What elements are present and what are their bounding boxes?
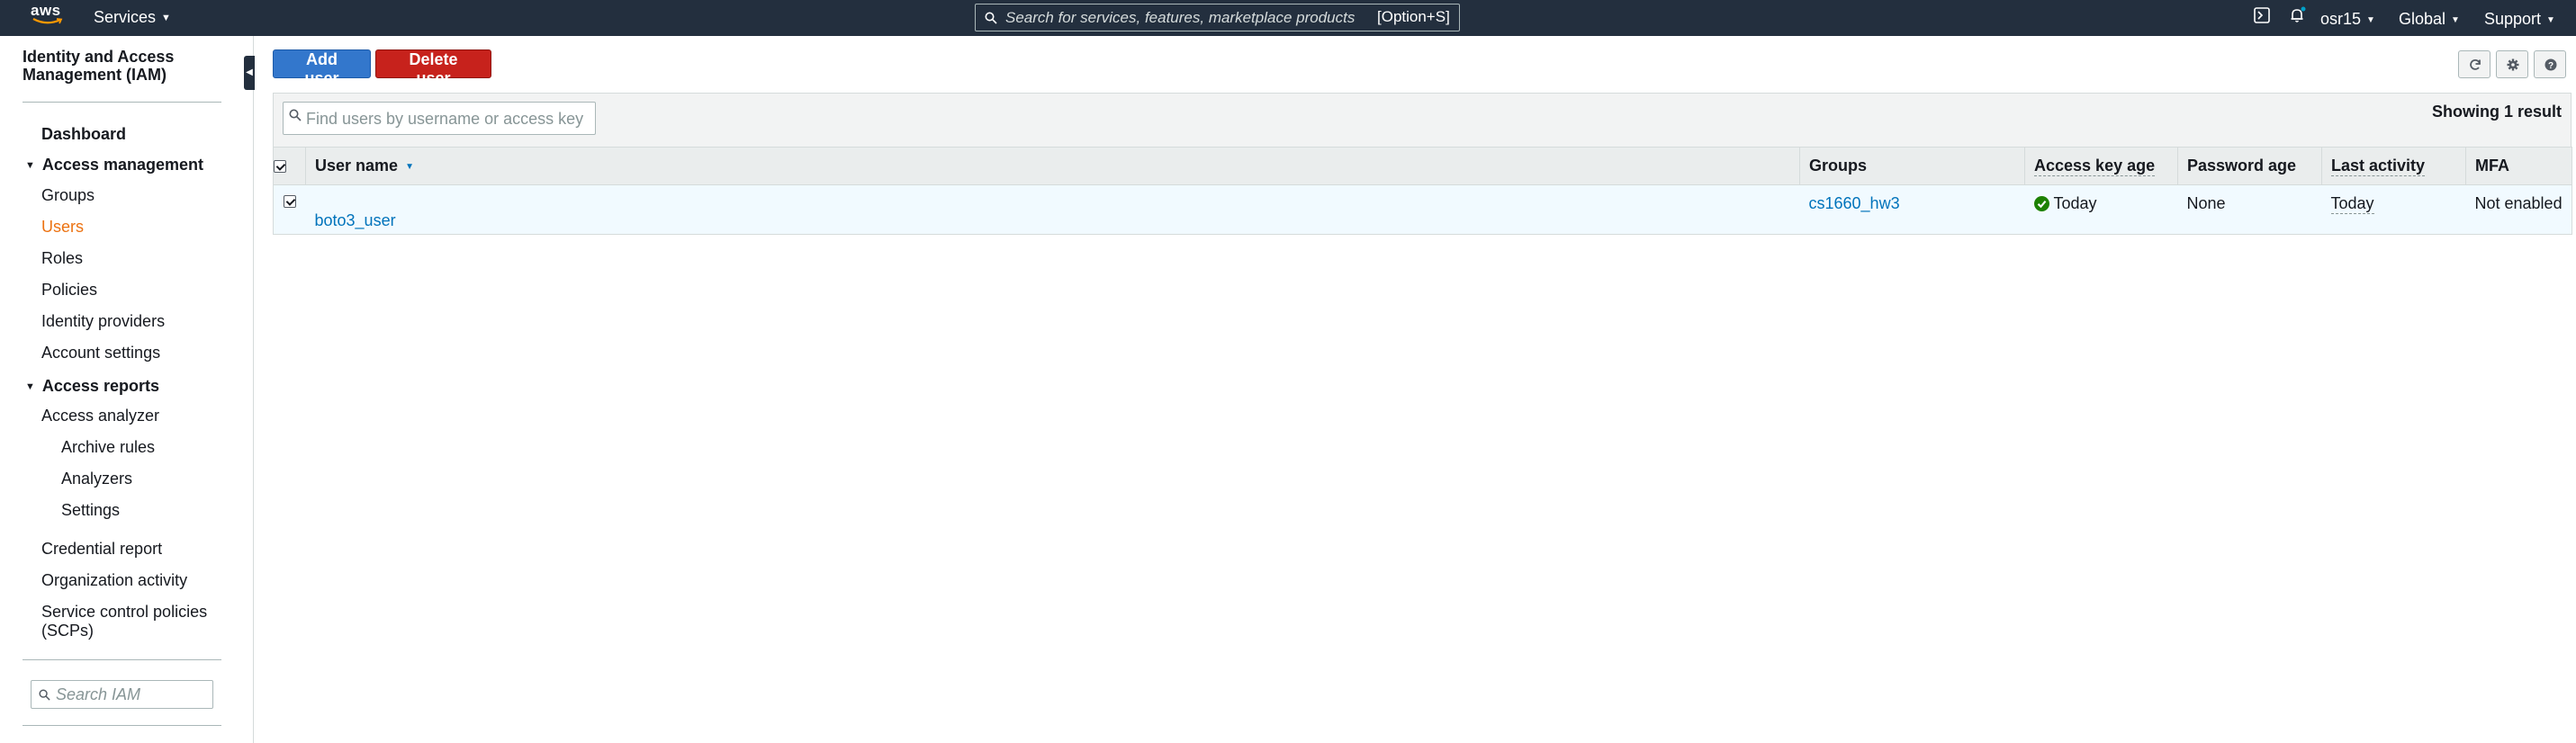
aws-logo[interactable]: aws [31,3,67,30]
sidebar-search[interactable] [31,680,213,709]
user-filter-input[interactable] [306,109,585,129]
support-menu[interactable]: Support ▼ [2484,10,2555,29]
search-icon [985,12,997,24]
caret-down-icon: ▼ [161,13,171,23]
cell-password-age: None [2177,184,2322,235]
cell-mfa: Not enabled [2465,184,2572,235]
region-label: Global [2399,10,2446,28]
sidebar-item-roles[interactable]: Roles [41,249,83,268]
cell-access-key-age: Today [2024,184,2178,235]
sidebar-divider [23,659,221,660]
sidebar-item-groups[interactable]: Groups [41,186,95,205]
sidebar-item-credential-report[interactable]: Credential report [41,540,162,559]
search-icon [289,109,302,121]
sidebar-divider [23,725,221,726]
row-select-cell [273,184,306,235]
last-activity-value[interactable]: Today [2330,194,2374,214]
global-search[interactable]: [Option+S] [975,4,1460,31]
chevron-left-icon: ◀ [246,67,253,77]
aws-smile-icon [32,18,63,24]
refresh-button[interactable] [2458,50,2490,78]
sidebar-search-input[interactable] [56,685,209,704]
cell-last-activity: Today [2321,184,2466,235]
support-label: Support [2484,10,2542,28]
services-menu[interactable]: Services ▼ [94,8,171,27]
table-filter-bar: Showing 1 result [273,93,2571,147]
sidebar-item-scps[interactable]: Service control policies (SCPs) [41,603,230,640]
user-name-link[interactable]: boto3_user [315,211,396,230]
column-label: Groups [1809,157,1868,175]
sidebar-item-organization-activity[interactable]: Organization activity [41,571,187,590]
group-link[interactable]: cs1660_hw3 [1809,194,1900,212]
column-label: Password age [2187,157,2297,175]
user-filter[interactable] [283,102,596,135]
select-all-cell [273,147,306,185]
row-checkbox[interactable] [283,195,296,208]
caret-down-icon: ▼ [25,381,35,392]
sidebar-item-identity-providers[interactable]: Identity providers [41,312,165,331]
caret-down-icon: ▼ [2451,15,2460,25]
sidebar-item-dashboard[interactable]: Dashboard [41,125,126,144]
sidebar-divider [23,102,221,103]
refresh-icon [2470,59,2481,70]
sidebar-item-users[interactable]: Users [41,218,84,237]
cell-user-name: boto3_user [305,184,1800,235]
column-label: MFA [2475,157,2509,175]
add-user-button[interactable]: Add user [273,49,371,87]
mfa-value: Not enabled [2474,194,2562,212]
column-label: Access key age [2034,157,2156,176]
access-key-age-value: Today [2053,194,2097,212]
account-menu[interactable]: osr15 ▼ [2320,10,2375,29]
sidebar-item-settings[interactable]: Settings [61,501,120,520]
sidebar-section-access-reports[interactable]: ▼ Access reports [25,377,159,397]
account-label: osr15 [2320,10,2362,28]
help-icon: ? [2544,58,2557,71]
column-header-mfa[interactable]: MFA [2465,147,2572,185]
table-row[interactable]: boto3_user cs1660_hw3 Today None Today N… [273,184,2572,235]
table-header-row: User name ▼ Groups Access key age Passwor… [273,147,2572,185]
sidebar-item-archive-rules[interactable]: Archive rules [61,438,155,457]
password-age-value: None [2186,194,2226,212]
sidebar-section-label: Access management [41,156,203,174]
sort-descending-icon: ▼ [405,162,414,172]
sidebar-item-account-settings[interactable]: Account settings [41,344,160,363]
users-table: User name ▼ Groups Access key age Passwor… [273,147,2572,235]
column-header-user-name[interactable]: User name ▼ [305,147,1800,185]
sidebar: Identity and Access Management (IAM) Das… [0,36,254,743]
column-header-access-key-age[interactable]: Access key age [2024,147,2178,185]
result-count: Showing 1 result [2431,103,2562,121]
help-button[interactable]: ? [2534,50,2566,78]
cloudshell-icon[interactable] [2254,7,2270,23]
delete-user-button[interactable]: Delete user [375,49,491,87]
caret-down-icon: ▼ [25,160,35,171]
select-all-checkbox[interactable] [274,160,286,174]
bell-icon[interactable] [2289,6,2307,24]
aws-logo-text: aws [31,2,61,19]
collapse-sidebar-button[interactable]: ◀ [244,56,255,90]
sidebar-item-policies[interactable]: Policies [41,281,97,300]
sidebar-section-access-management[interactable]: ▼ Access management [25,156,203,175]
caret-down-icon: ▼ [2546,15,2555,25]
column-header-password-age[interactable]: Password age [2177,147,2322,185]
caret-down-icon: ▼ [2366,15,2375,25]
sidebar-title: Identity and Access Management (IAM) [23,48,175,84]
column-label: Last activity [2331,157,2426,176]
region-menu[interactable]: Global ▼ [2399,10,2460,29]
search-icon [39,689,50,701]
column-label: User name [315,157,399,175]
gear-icon [2507,58,2519,71]
check-circle-icon [2033,196,2049,211]
top-navigation-bar: aws Services▼ [Option+S] osr15▼ Global▼ … [0,0,2576,36]
search-shortcut-hint: [Option+S] [1374,8,1454,26]
column-header-last-activity[interactable]: Last activity [2321,147,2466,185]
settings-button[interactable] [2496,50,2528,78]
services-label: Services [94,8,157,26]
column-header-groups[interactable]: Groups [1799,147,2025,185]
cell-groups: cs1660_hw3 [1799,184,2025,235]
sidebar-section-label: Access reports [41,377,159,395]
svg-text:?: ? [2548,61,2553,71]
sidebar-item-analyzers[interactable]: Analyzers [61,470,132,488]
sidebar-item-access-analyzer[interactable]: Access analyzer [41,407,159,425]
